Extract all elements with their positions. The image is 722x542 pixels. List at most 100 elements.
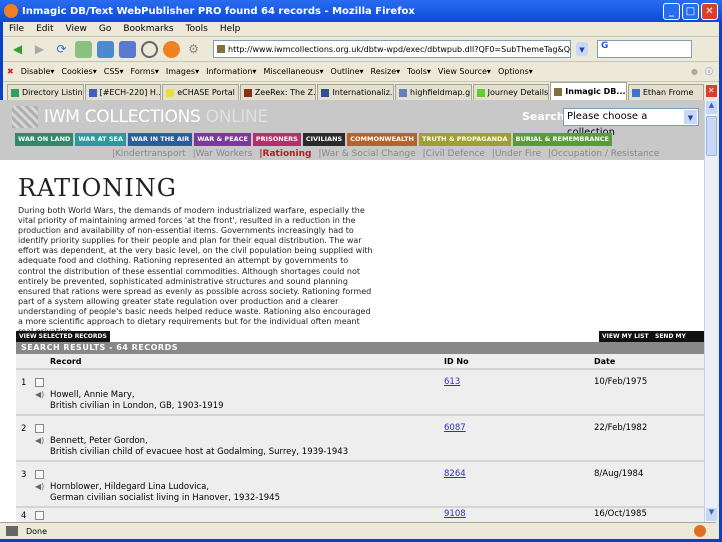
record-id-link[interactable]: 613 <box>444 377 460 387</box>
menu-go[interactable]: Go <box>99 24 111 34</box>
tab-highfieldmap[interactable]: highfieldmap.g... <box>395 84 472 100</box>
tab-favicon <box>476 88 485 97</box>
subnav-war-workers[interactable]: |War Workers <box>193 149 253 159</box>
audio-icon[interactable]: ◀) <box>35 436 44 445</box>
category-war-on-land[interactable]: WAR ON LAND <box>15 133 74 146</box>
close-button[interactable]: ✕ <box>701 2 718 20</box>
history-icon[interactable] <box>141 40 158 58</box>
subnav-war-social-change[interactable]: |War & Social Change <box>318 149 415 159</box>
forward-icon[interactable]: ▶ <box>31 41 48 58</box>
audio-icon[interactable]: ◀) <box>35 390 44 399</box>
subnav-rationing[interactable]: |Rationing <box>259 149 311 159</box>
status-icon: ● <box>691 67 698 76</box>
iwm-logo[interactable]: IWM COLLECTIONS ONLINE <box>12 106 268 128</box>
menu-edit[interactable]: Edit <box>36 24 53 34</box>
new-tab-icon[interactable] <box>75 40 92 58</box>
record-id-link[interactable]: 6087 <box>444 423 466 433</box>
tab-label: [#ECH-220] H... <box>99 88 162 97</box>
menu-bar: File Edit View Go Bookmarks Tools Help <box>3 22 719 37</box>
row-number: 4 <box>21 511 27 521</box>
subnav-occupation-resistance[interactable]: |Occupation / Resistance <box>548 149 659 159</box>
category-civilians[interactable]: CIVILIANS <box>302 133 346 146</box>
audio-icon[interactable]: ◀) <box>35 482 44 491</box>
category-war-and-peace[interactable]: WAR & PEACE <box>194 133 251 146</box>
category-war-in-the-air[interactable]: WAR IN THE AIR <box>127 133 193 146</box>
url-text: http://www.iwmcollections.org.uk/dbtw-wp… <box>228 44 571 54</box>
reload-icon[interactable]: ⟳ <box>53 41 70 58</box>
gear-icon[interactable]: ⚙ <box>185 41 202 58</box>
dev-css[interactable]: CSS▾ <box>104 67 124 76</box>
category-truth-propaganda[interactable]: TRUTH & PROPAGANDA <box>419 133 511 146</box>
select-checkbox[interactable] <box>35 378 44 387</box>
close-tab-icon[interactable]: ✕ <box>705 85 717 97</box>
category-prisoners[interactable]: PRISONERS <box>252 133 301 146</box>
subnav-civil-defence[interactable]: |Civil Defence <box>423 149 485 159</box>
subnav-kindertransport[interactable]: |Kindertransport <box>112 149 186 159</box>
dev-cookies[interactable]: Cookies▾ <box>61 67 96 76</box>
dev-outline[interactable]: Outline▾ <box>331 67 364 76</box>
row-number: 1 <box>21 378 27 388</box>
url-bar[interactable]: http://www.iwmcollections.org.uk/dbtw-wp… <box>213 40 571 58</box>
dev-images[interactable]: Images▾ <box>166 67 199 76</box>
tab-ech-220[interactable]: [#ECH-220] H... <box>84 84 162 100</box>
tab-inmagic-db[interactable]: Inmagic DB... <box>550 82 627 100</box>
url-dropdown-icon[interactable]: ▼ <box>576 42 588 56</box>
column-date: Date <box>594 357 616 366</box>
search-results-header: SEARCH RESULTS - 64 RECORDS <box>16 342 704 354</box>
menu-tools[interactable]: Tools <box>186 24 208 34</box>
vertical-scrollbar[interactable]: ▲ ▼ <box>704 100 717 522</box>
dev-options[interactable]: Options▾ <box>498 67 533 76</box>
info-icon[interactable]: ⓘ <box>705 66 713 77</box>
scroll-down-icon[interactable]: ▼ <box>706 508 717 521</box>
view-my-list-button[interactable]: VIEW MY LIST <box>599 331 652 342</box>
navigation-toolbar: ◀ ▶ ⟳ ⚙ http://www.iwmcollections.org.uk… <box>3 37 719 62</box>
record-id-link[interactable]: 8264 <box>444 469 466 479</box>
category-commonwealth[interactable]: COMMONWEALTH <box>347 133 417 146</box>
record-date: 8/Aug/1984 <box>594 469 644 479</box>
tab-ethan-frome[interactable]: Ethan Frome <box>627 84 705 100</box>
web-developer-toolbar: ✖ Disable▾ Cookies▾ CSS▾ Forms▾ Images▾ … <box>3 62 719 82</box>
subnav-under-fire[interactable]: |Under Fire <box>492 149 541 159</box>
tab-echase-portal[interactable]: eCHASE Portal <box>162 84 239 100</box>
dev-resize[interactable]: Resize▾ <box>371 67 401 76</box>
firefox-icon <box>4 4 18 18</box>
collection-select[interactable]: Please choose a collection▼ <box>563 108 699 138</box>
tab-zeerex[interactable]: ZeeRex: The Z... <box>239 84 317 100</box>
select-checkbox[interactable] <box>35 511 44 520</box>
sub-nav: |Kindertransport |War Workers |Rationing… <box>112 149 663 159</box>
category-war-at-sea[interactable]: WAR AT SEA <box>75 133 126 146</box>
menu-file[interactable]: File <box>9 24 24 34</box>
dev-tools[interactable]: Tools▾ <box>407 67 431 76</box>
bookmark-icon[interactable] <box>119 40 136 58</box>
firefox-home-icon[interactable] <box>163 40 180 58</box>
tab-bar: Directory Listin... [#ECH-220] H... eCHA… <box>3 82 719 100</box>
tab-favicon <box>321 88 330 97</box>
tab-journey-details[interactable]: Journey Details <box>472 84 550 100</box>
disable-icon: ✖ <box>7 67 14 76</box>
search-input[interactable]: G <box>597 40 692 58</box>
send-my-list-button[interactable]: SEND MY LIST <box>652 331 704 351</box>
tab-directory-listing[interactable]: Directory Listin... <box>7 84 84 100</box>
minimize-button[interactable]: _ <box>663 2 680 20</box>
dev-information[interactable]: Information▾ <box>206 67 256 76</box>
dev-forms[interactable]: Forms▾ <box>131 67 159 76</box>
dev-view-source[interactable]: View Source▾ <box>438 67 491 76</box>
category-burial-remembrance[interactable]: BURIAL & REMEMBRANCE <box>512 133 613 146</box>
scroll-up-icon[interactable]: ▲ <box>706 101 717 114</box>
menu-help[interactable]: Help <box>220 24 241 34</box>
record-id-link[interactable]: 9108 <box>444 509 466 519</box>
tab-internationalization[interactable]: Internationaliz... <box>317 84 395 100</box>
menu-view[interactable]: View <box>66 24 87 34</box>
menu-bookmarks[interactable]: Bookmarks <box>123 24 173 34</box>
select-checkbox[interactable] <box>35 470 44 479</box>
back-icon[interactable]: ◀ <box>9 41 26 58</box>
page-icon[interactable] <box>97 40 114 58</box>
view-selected-records-button[interactable]: VIEW SELECTED RECORDS <box>16 331 110 342</box>
select-checkbox[interactable] <box>35 424 44 433</box>
dev-miscellaneous[interactable]: Miscellaneous▾ <box>263 67 323 76</box>
maximize-button[interactable]: □ <box>682 2 699 20</box>
tab-favicon <box>631 88 640 97</box>
dev-disable[interactable]: Disable▾ <box>21 67 55 76</box>
record-description: British civilian child of evacuee host a… <box>50 447 349 457</box>
scrollbar-thumb[interactable] <box>706 116 717 156</box>
